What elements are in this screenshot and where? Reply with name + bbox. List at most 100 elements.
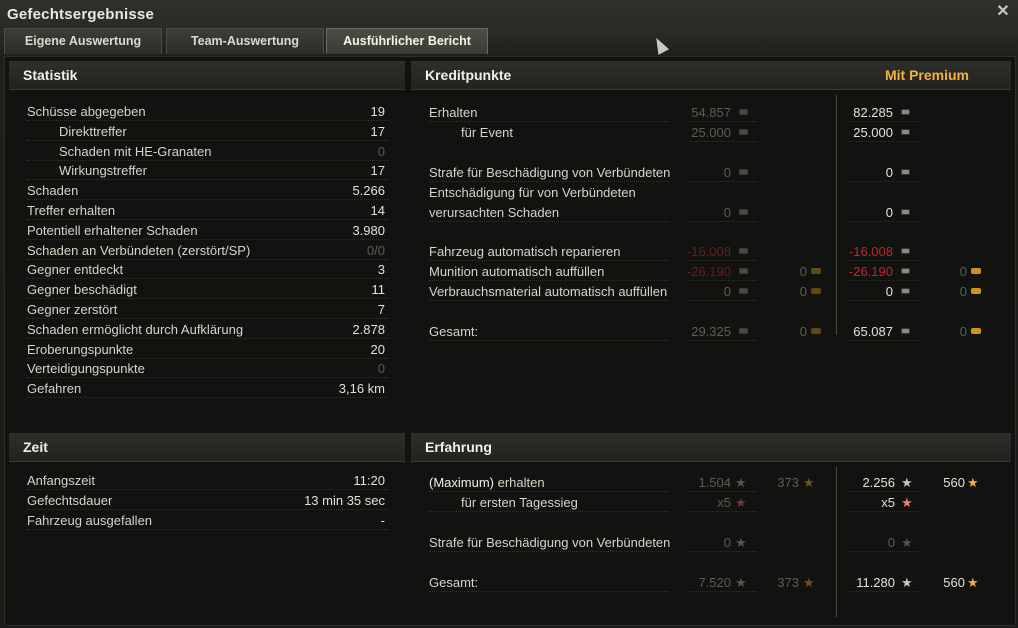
statistik-row: Gegner beschädigt 11 bbox=[27, 280, 389, 300]
statistik-row-label: Gefahren bbox=[27, 381, 82, 397]
statistik-row-value: 7 bbox=[377, 302, 385, 317]
statistik-row: Eroberungspunkte 20 bbox=[27, 340, 389, 359]
row-divider bbox=[849, 121, 919, 122]
xp-premium-value: x5 bbox=[881, 495, 895, 510]
row-divider bbox=[689, 260, 757, 261]
credit-icon bbox=[901, 169, 910, 175]
statistik-row-value: 0 bbox=[377, 143, 385, 159]
row-divider bbox=[429, 181, 669, 182]
statistik-row: Wirkungstreffer 17 bbox=[27, 161, 389, 181]
statistik-row-label: Gegner beschädigt bbox=[27, 282, 137, 298]
row-divider bbox=[429, 280, 669, 281]
zeit-row-label: Gefechtsdauer bbox=[27, 493, 113, 508]
kredit-row: für Event 25.000 25.000 bbox=[429, 123, 989, 142]
kredit-row: Entschädigung für von Verbündeten bbox=[429, 183, 989, 202]
zeit-row: Fahrzeug ausgefallen - bbox=[27, 511, 389, 530]
credit-icon bbox=[901, 248, 910, 254]
kredit-standard-gold-value: 0 bbox=[799, 264, 807, 279]
row-divider bbox=[849, 340, 919, 341]
kredit-row: Strafe für Beschädigung von Verbündeten 0… bbox=[429, 163, 989, 182]
zeit-row: Gefechtsdauer 13 min 35 sec bbox=[27, 491, 389, 510]
statistik-row-value: 0 bbox=[377, 361, 385, 377]
statistik-row-label: Eroberungspunkte bbox=[27, 341, 134, 357]
row-divider bbox=[689, 221, 757, 222]
kredit-standard-gold-value: 0 bbox=[799, 324, 807, 339]
window-title: Gefechtsergebnisse bbox=[7, 6, 154, 23]
tab-eigene-auswertung[interactable]: Eigene Auswertung bbox=[4, 28, 162, 54]
free-xp-star-icon: ★ bbox=[803, 475, 815, 490]
row-divider bbox=[429, 551, 669, 552]
zeit-row-label: Fahrzeug ausgefallen bbox=[27, 513, 153, 528]
row-divider bbox=[849, 511, 919, 512]
free-xp-standard-value: 373 bbox=[777, 475, 799, 490]
statistik-row-value: 11 bbox=[371, 282, 386, 298]
row-divider bbox=[429, 260, 669, 261]
kredit-premium-value: -26.190 bbox=[848, 264, 893, 279]
erfahrung-panel: Erfahrung (Maximum) erhalten 1.504 ★ 373 ★ 2.… bbox=[411, 433, 1011, 621]
gold-icon bbox=[811, 288, 821, 294]
credit-icon bbox=[739, 109, 748, 115]
statistik-row: Schaden mit HE-Granaten 0 bbox=[27, 142, 389, 161]
statistik-row-value: 17 bbox=[370, 163, 385, 179]
erfahrung-row: für ersten Tagessieg x5 ★ x5 ★ bbox=[429, 493, 989, 512]
zeit-row-value: 11:20 bbox=[353, 473, 385, 488]
zeit-title: Zeit bbox=[23, 439, 48, 455]
zeit-row-value: - bbox=[380, 513, 385, 528]
kredit-row: Erhalten 54.857 82.285 bbox=[429, 103, 989, 122]
kredit-row: Munition automatisch auffüllen -26.190 0 -2… bbox=[429, 262, 989, 281]
erfahrung-row: Strafe für Beschädigung von Verbündeten 0… bbox=[429, 533, 989, 552]
tab-team-auswertung[interactable]: Team-Auswertung bbox=[166, 28, 324, 54]
row-divider bbox=[689, 511, 757, 512]
credit-icon bbox=[901, 109, 910, 115]
erfahrung-row-label-text: erhalten bbox=[494, 475, 545, 490]
row-divider bbox=[689, 181, 757, 182]
maximum-label: (Maximum) bbox=[429, 475, 494, 490]
statistik-row-value: 17 bbox=[370, 123, 385, 139]
row-divider bbox=[27, 529, 389, 530]
row-divider bbox=[689, 591, 757, 592]
statistik-row-value: 5.266 bbox=[352, 183, 385, 199]
row-divider bbox=[27, 509, 389, 510]
gold-icon bbox=[971, 268, 981, 274]
xp-premium-value: 11.280 bbox=[856, 575, 895, 590]
kredit-standard-value: 54.857 bbox=[691, 105, 731, 120]
row-divider bbox=[689, 551, 757, 552]
free-xp-premium-value: 560 bbox=[943, 575, 965, 590]
kredit-row-label: Fahrzeug automatisch reparieren bbox=[429, 244, 621, 259]
credit-icon bbox=[901, 209, 910, 215]
row-divider bbox=[849, 591, 919, 592]
statistik-row-label: Schaden mit HE-Granaten bbox=[59, 143, 212, 159]
row-divider bbox=[27, 489, 389, 490]
credit-icon bbox=[901, 268, 910, 274]
kredit-row: verursachten Schaden 0 0 bbox=[429, 203, 989, 222]
row-divider bbox=[849, 551, 919, 552]
statistik-row: Schüsse abgegeben 19 bbox=[27, 102, 389, 121]
kredit-row: Verbrauchsmaterial automatisch auffüllen… bbox=[429, 282, 989, 301]
kredit-row-label: Gesamt: bbox=[429, 324, 479, 339]
row-divider bbox=[849, 491, 919, 492]
close-icon[interactable]: ✕ bbox=[994, 3, 1012, 21]
row-divider bbox=[429, 121, 669, 122]
statistik-title: Statistik bbox=[23, 67, 78, 83]
erfahrung-title: Erfahrung bbox=[425, 439, 492, 455]
row-divider bbox=[689, 121, 757, 122]
xp-standard-value: 7.520 bbox=[698, 575, 731, 590]
premium-label: Mit Premium bbox=[884, 67, 969, 83]
battle-results-window: Gefechtsergebnisse ✕ Eigene Auswertung T… bbox=[0, 0, 1018, 628]
row-divider bbox=[429, 511, 669, 512]
row-divider bbox=[689, 280, 757, 281]
statistik-row-label: Verteidigungspunkte bbox=[27, 361, 145, 377]
kredit-row-label: für Event bbox=[461, 125, 514, 140]
row-divider bbox=[849, 181, 919, 182]
row-divider bbox=[429, 591, 669, 592]
kredit-row: Fahrzeug automatisch reparieren -16.008 -1… bbox=[429, 242, 989, 261]
kreditpunkte-panel: Kreditpunkte Mit Premium Erhalten 54.857 8… bbox=[411, 61, 1011, 417]
statistik-row: Schaden ermöglicht durch Aufklärung 2.878 bbox=[27, 320, 389, 339]
credit-icon bbox=[739, 248, 748, 254]
tab-ausfuehrlicher-bericht[interactable]: Ausführlicher Bericht bbox=[326, 28, 488, 54]
kredit-premium-gold-value: 0 bbox=[959, 284, 967, 299]
row-divider bbox=[429, 340, 669, 341]
credit-icon bbox=[739, 209, 748, 215]
kreditpunkte-title: Kreditpunkte bbox=[425, 67, 512, 83]
statistik-row-value: 14 bbox=[370, 203, 385, 218]
